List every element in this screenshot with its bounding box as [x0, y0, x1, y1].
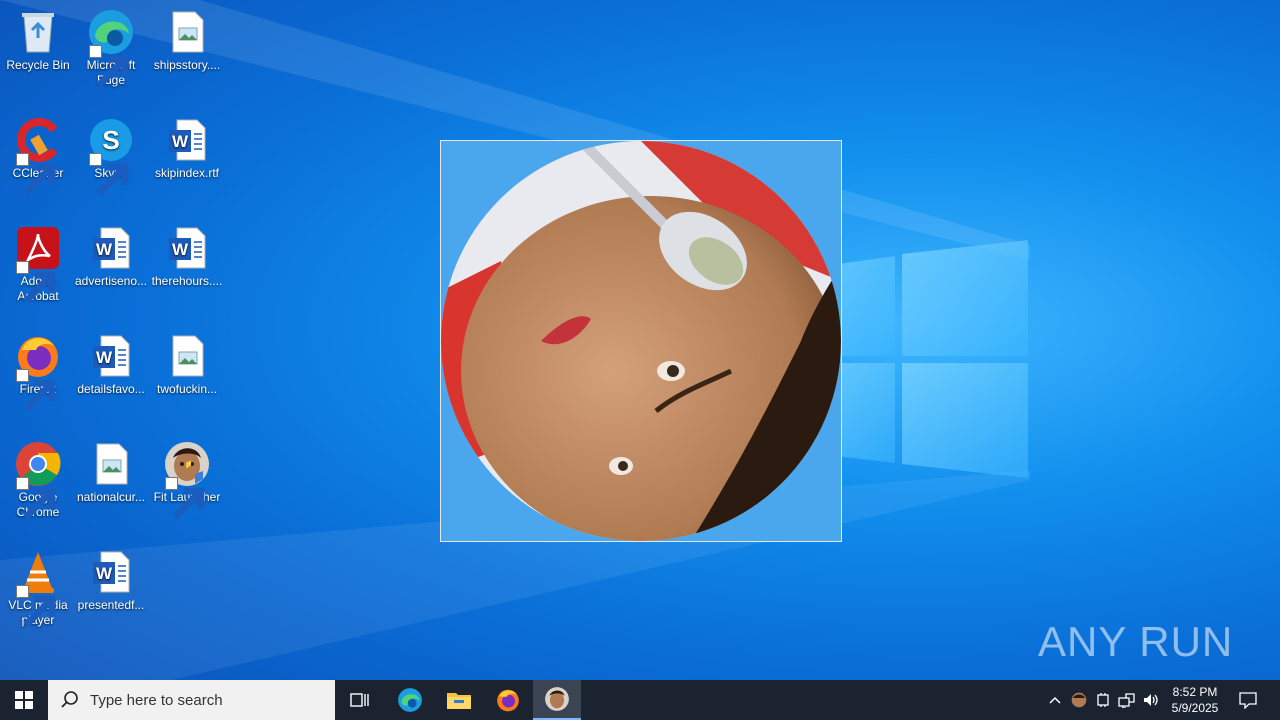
svg-text:W: W	[96, 564, 113, 583]
watermark-text: ANY RUN	[1038, 618, 1234, 665]
splash-photo	[441, 141, 841, 541]
anyrun-watermark: ANY RUN	[1038, 606, 1238, 676]
word-doc-icon: W	[87, 332, 135, 380]
desktop-icon-detailsfavo[interactable]: W detailsfavo...	[73, 328, 149, 397]
task-view-button[interactable]	[336, 680, 384, 720]
show-hidden-icons-button[interactable]	[1044, 680, 1066, 720]
image-file-icon	[163, 332, 211, 380]
fit-launcher-tray-icon	[1071, 692, 1087, 708]
taskbar-fit-launcher-button[interactable]	[533, 680, 581, 720]
desktop-icon-acrobat[interactable]: Adobe Acrobat	[0, 220, 76, 304]
desktop-icon-chrome[interactable]: Google Chrome	[0, 436, 76, 520]
desktop-icon-label: presentedf...	[77, 598, 145, 612]
taskbar-search-box[interactable]: Type here to search	[48, 680, 335, 720]
svg-text:S: S	[102, 125, 119, 155]
desktop-icon-label: twofuckin...	[156, 382, 218, 396]
desktop-icon-advertiseno[interactable]: W advertiseno...	[73, 220, 149, 289]
desktop-icon-presentedf[interactable]: W presentedf...	[73, 544, 149, 613]
desktop-icon-label: detailsfavo...	[77, 382, 145, 396]
svg-text:W: W	[172, 240, 189, 259]
ccleaner-icon	[14, 116, 62, 196]
taskbar: Type here to search 8:52 PM 5/9/2025	[0, 680, 1280, 720]
word-doc-icon: W	[87, 548, 135, 596]
taskbar-edge-button[interactable]	[386, 680, 434, 720]
device-icon	[1097, 693, 1109, 707]
clock-date: 5/9/2025	[1171, 701, 1219, 715]
word-doc-icon: W	[87, 224, 135, 272]
file-explorer-icon	[447, 693, 471, 709]
desktop-icon-vlc[interactable]: VLC media player	[0, 544, 76, 628]
shortcut-arrow-icon	[16, 261, 56, 304]
desktop-icon-label: nationalcur...	[76, 490, 146, 504]
desktop-icon-nationalcur[interactable]: nationalcur...	[73, 436, 149, 505]
desktop-icon-label: shipsstory....	[153, 58, 221, 72]
start-button[interactable]	[0, 680, 48, 720]
shortcut-arrow-icon	[16, 153, 56, 196]
svg-text:W: W	[172, 132, 189, 151]
word-doc-icon: W	[163, 224, 211, 272]
firefox-icon	[14, 332, 62, 412]
desktop-icon-label: advertiseno...	[74, 274, 148, 288]
edge-icon	[398, 688, 422, 712]
fit-launcher-icon	[163, 440, 211, 520]
acrobat-icon	[14, 224, 62, 304]
tray-device-button[interactable]	[1092, 680, 1114, 720]
search-placeholder: Type here to search	[90, 691, 223, 709]
tray-network-button[interactable]	[1116, 680, 1138, 720]
firefox-icon	[497, 689, 519, 712]
svg-text:W: W	[96, 348, 113, 367]
splash-image-window[interactable]	[440, 140, 842, 542]
desktop-icon-fit-launcher[interactable]: Fit Launcher	[149, 436, 225, 520]
image-file-icon	[163, 8, 211, 56]
desktop-icon-skipindex[interactable]: W skipindex.rtf	[149, 112, 225, 181]
shortcut-arrow-icon	[89, 45, 129, 88]
tray-volume-button[interactable]	[1140, 680, 1162, 720]
shortcut-arrow-icon	[16, 369, 56, 412]
shortcut-arrow-icon	[89, 153, 129, 196]
skype-icon: S	[87, 116, 135, 196]
chevron-up-icon	[1049, 696, 1061, 704]
chrome-icon	[14, 440, 62, 520]
taskbar-file-explorer-button[interactable]	[435, 680, 483, 720]
volume-icon	[1144, 694, 1158, 706]
shortcut-arrow-icon	[165, 477, 205, 520]
desktop-icon-shipsstory[interactable]: shipsstory....	[149, 4, 225, 73]
edge-icon	[87, 8, 135, 88]
task-view-icon	[350, 693, 369, 707]
desktop-icon-label: skipindex.rtf	[154, 166, 220, 180]
clock-time: 8:52 PM	[1172, 685, 1218, 699]
desktop-icon-ccleaner[interactable]: CCleaner	[0, 112, 76, 196]
notification-icon	[1239, 692, 1257, 709]
desktop-icon-skype[interactable]: S Skype	[73, 112, 149, 196]
desktop-icon-edge[interactable]: Microsoft Edge	[73, 4, 149, 88]
desktop-icon-label: Recycle Bin	[6, 58, 70, 72]
desktop-icon-firefox[interactable]: Firefox	[0, 328, 76, 412]
desktop-icon-label: therehours....	[151, 274, 223, 288]
word-doc-icon: W	[163, 116, 211, 164]
desktop-icon-recycle-bin[interactable]: Recycle Bin	[0, 4, 76, 73]
windows-start-icon	[15, 691, 33, 709]
taskbar-firefox-button[interactable]	[484, 680, 532, 720]
network-icon	[1118, 693, 1135, 708]
recycle-bin-icon	[14, 8, 62, 56]
action-center-button[interactable]	[1230, 680, 1266, 720]
vlc-icon	[14, 548, 62, 628]
svg-text:W: W	[96, 240, 113, 259]
desktop-icon-therehours[interactable]: W therehours....	[149, 220, 225, 289]
desktop-icon-twofuckin[interactable]: twofuckin...	[149, 328, 225, 397]
search-icon	[61, 691, 78, 708]
shortcut-arrow-icon	[16, 585, 56, 628]
tray-app-button[interactable]	[1068, 680, 1090, 720]
shortcut-arrow-icon	[16, 477, 56, 520]
taskbar-clock[interactable]: 8:52 PM 5/9/2025	[1160, 680, 1230, 720]
image-file-icon	[87, 440, 135, 488]
fit-launcher-icon	[545, 687, 569, 711]
